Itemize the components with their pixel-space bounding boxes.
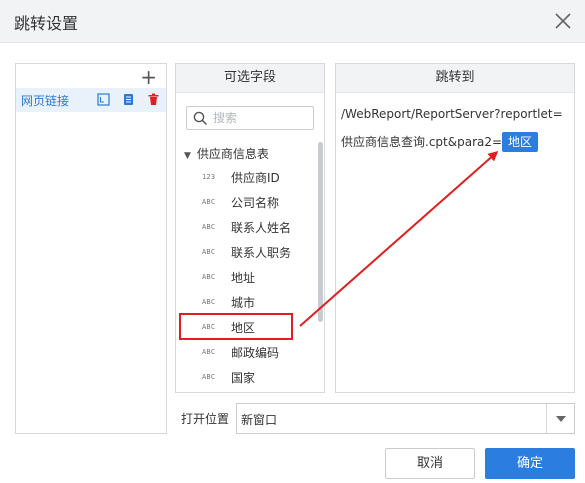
chevron-down-icon bbox=[556, 416, 566, 422]
available-fields-panel: 可选字段 ▼ 供应商信息表 123 供应商ID ABC 公司名称 ABC 联系人姓… bbox=[175, 63, 325, 393]
field-name: 城市 bbox=[231, 296, 256, 310]
caret-down-icon[interactable]: ▼ bbox=[184, 151, 191, 161]
close-icon[interactable] bbox=[551, 9, 575, 33]
text-type-icon: ABC bbox=[202, 248, 216, 256]
field-item[interactable]: ABC 公司名称 bbox=[176, 191, 316, 215]
text-type-icon: ABC bbox=[202, 348, 216, 356]
link-list-item[interactable]: 网页链接 bbox=[16, 88, 166, 112]
open-position-value: 新窗口 bbox=[241, 413, 278, 427]
field-name: 联系人职务 bbox=[231, 246, 292, 260]
field-item[interactable]: ABC 联系人职务 bbox=[176, 241, 316, 265]
search-icon bbox=[193, 111, 208, 126]
field-name: 供应商ID bbox=[231, 171, 280, 185]
table-group-label: 供应商信息表 bbox=[196, 147, 269, 161]
field-name: 公司名称 bbox=[231, 196, 280, 210]
field-item[interactable]: ABC 国家 bbox=[176, 366, 316, 390]
field-item-highlighted[interactable]: ABC 地区 bbox=[176, 316, 316, 340]
text-type-icon: ABC bbox=[202, 198, 216, 206]
field-item[interactable]: ABC 城市 bbox=[176, 291, 316, 315]
text-type-icon: ABC bbox=[202, 273, 216, 281]
field-name: 地区 bbox=[231, 321, 256, 335]
dialog-title: 跳转设置 bbox=[14, 14, 79, 33]
text-type-icon: ABC bbox=[202, 323, 216, 331]
text-type-icon: ABC bbox=[202, 223, 216, 231]
add-link-button[interactable]: + bbox=[140, 66, 157, 88]
open-position-select[interactable]: 新窗口 bbox=[236, 403, 575, 434]
field-item[interactable]: 123 供应商ID bbox=[176, 166, 316, 190]
field-search-box[interactable] bbox=[186, 106, 314, 130]
dropdown-toggle[interactable] bbox=[546, 404, 574, 433]
field-item[interactable]: ABC 邮政编码 bbox=[176, 341, 316, 365]
field-name: 国家 bbox=[231, 371, 256, 385]
field-name: 邮政编码 bbox=[231, 346, 280, 360]
field-name: 地址 bbox=[231, 271, 256, 285]
field-item[interactable]: ABC 地址 bbox=[176, 266, 316, 290]
jump-target-panel: 跳转到 /WebReport/ReportServer?reportlet=供应… bbox=[335, 63, 575, 393]
parameter-chip[interactable]: 地区 bbox=[502, 132, 539, 152]
target-url-editor[interactable]: /WebReport/ReportServer?reportlet=供应商信息查… bbox=[341, 100, 571, 156]
fields-panel-header: 可选字段 bbox=[176, 64, 324, 93]
target-panel-header: 跳转到 bbox=[336, 64, 574, 93]
field-name: 联系人姓名 bbox=[231, 221, 292, 235]
edit-icon[interactable] bbox=[97, 93, 110, 106]
cancel-button[interactable]: 取消 bbox=[385, 448, 475, 479]
link-item-label: 网页链接 bbox=[21, 94, 70, 108]
table-group-node[interactable]: ▼ 供应商信息表 bbox=[184, 145, 269, 162]
copy-icon[interactable] bbox=[122, 93, 135, 106]
number-type-icon: 123 bbox=[202, 173, 216, 181]
text-type-icon: ABC bbox=[202, 298, 216, 306]
open-position-label: 打开位置 bbox=[181, 412, 230, 426]
delete-icon[interactable] bbox=[147, 93, 160, 106]
ok-button[interactable]: 确定 bbox=[485, 448, 575, 479]
link-list-panel: + 网页链接 bbox=[15, 63, 167, 434]
fields-scrollbar[interactable] bbox=[318, 142, 323, 322]
text-type-icon: ABC bbox=[202, 373, 216, 381]
field-item[interactable]: ABC 联系人姓名 bbox=[176, 216, 316, 240]
field-search-input[interactable] bbox=[213, 109, 311, 127]
dialog-titlebar: 跳转设置 bbox=[0, 0, 585, 43]
